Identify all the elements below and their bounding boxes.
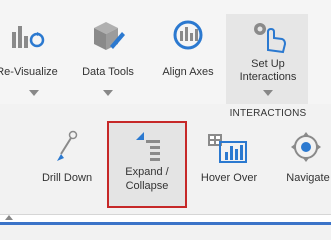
chevron-down-icon[interactable] xyxy=(263,90,273,96)
set-up-label-line2: Interactions xyxy=(239,71,297,83)
drill-down-icon xyxy=(36,130,98,164)
data-tools-label: Data Tools xyxy=(82,66,134,78)
hover-over-icon xyxy=(196,130,262,164)
expand-collapse-label-line2: Collapse xyxy=(125,180,169,192)
align-axes-label: Align Axes xyxy=(162,66,214,78)
data-tools-icon xyxy=(78,18,138,54)
accent-line xyxy=(0,222,331,225)
re-visualize-icon xyxy=(0,18,60,54)
align-axes-icon xyxy=(158,18,218,54)
content-area-edge xyxy=(0,214,331,225)
chevron-up-icon xyxy=(5,215,13,220)
re-visualize-label: Re-Visualize xyxy=(0,66,58,78)
navigate-button[interactable]: Navigate xyxy=(278,124,331,210)
navigate-icon xyxy=(278,130,331,164)
drill-down-button[interactable]: Drill Down xyxy=(36,124,98,210)
chevron-down-icon[interactable] xyxy=(29,90,39,96)
drill-down-label: Drill Down xyxy=(41,172,93,184)
navigate-label: Navigate xyxy=(286,172,330,184)
expand-collapse-icon xyxy=(108,130,186,164)
hover-over-button[interactable]: Hover Over xyxy=(196,124,262,210)
set-up-label-line1: Set Up xyxy=(251,58,285,70)
hover-over-label: Hover Over xyxy=(200,172,258,184)
expand-collapse-button[interactable]: Expand / Collapse xyxy=(108,124,186,210)
expand-collapse-label-line1: Expand / xyxy=(125,166,169,178)
hand-cursor-gear-icon xyxy=(230,18,306,54)
chevron-down-icon[interactable] xyxy=(103,90,113,96)
